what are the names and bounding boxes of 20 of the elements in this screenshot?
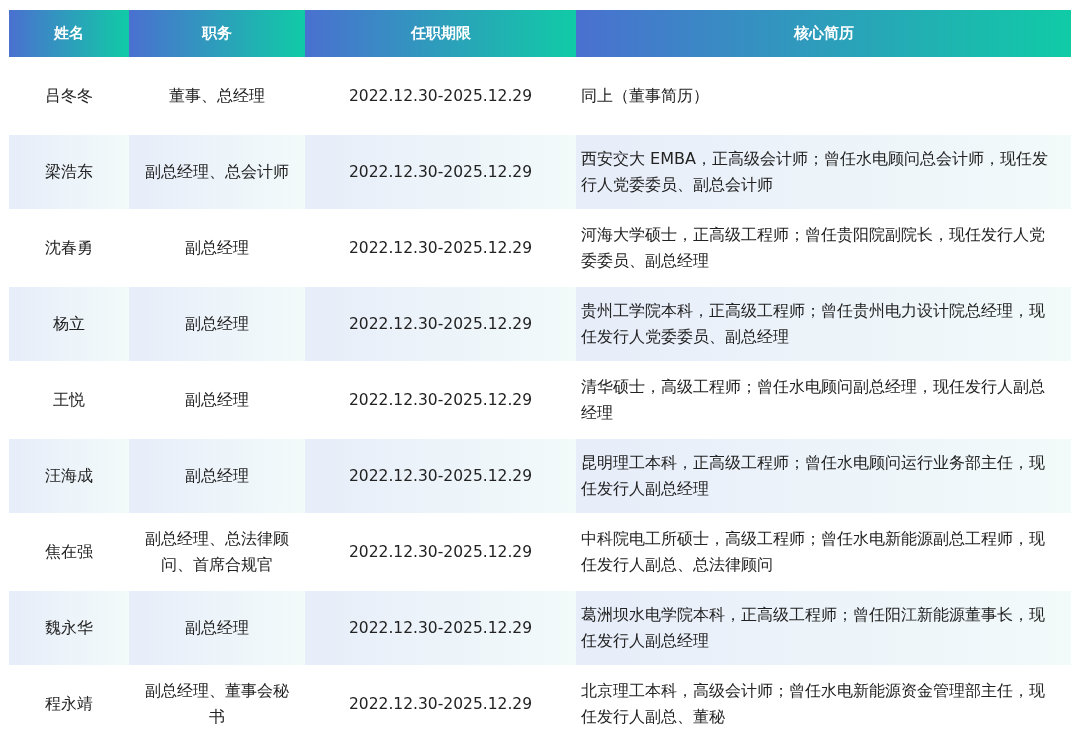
table-cell: 2022.12.30-2025.12.29 (305, 439, 576, 513)
table-cell: 2022.12.30-2025.12.29 (305, 591, 576, 665)
table-cell: 梁浩东 (9, 135, 129, 209)
column-header: 任职期限 (305, 10, 576, 57)
table-cell: 副总经理 (129, 439, 305, 513)
column-header: 核心简历 (576, 10, 1071, 57)
table-cell: 2022.12.30-2025.12.29 (305, 135, 576, 209)
table-cell: 2022.12.30-2025.12.29 (305, 287, 576, 361)
table-cell: 杨立 (9, 287, 129, 361)
table-cell: 副总经理 (129, 287, 305, 361)
table-cell: 葛洲坝水电学院本科，正高级工程师；曾任阳江新能源董事长，现任发行人副总经理 (576, 591, 1071, 665)
table-cell: 副总经理、总会计师 (129, 135, 305, 209)
table-cell: 西安交大 EMBA，正高级会计师；曾任水电顾问总会计师，现任发行人党委委员、副总会计师 (576, 135, 1071, 209)
table-cell: 贵州工学院本科，正高级工程师；曾任贵州电力设计院总经理，现任发行人党委委员、副总经理 (576, 287, 1071, 361)
column-header: 职务 (129, 10, 305, 57)
table-cell: 魏永华 (9, 591, 129, 665)
table-cell: 昆明理工本科，正高级工程师；曾任水电顾问运行业务部主任，现任发行人副总经理 (576, 439, 1071, 513)
table-cell: 汪海成 (9, 439, 129, 513)
column-header: 姓名 (9, 10, 129, 57)
table-cell: 副总经理 (129, 591, 305, 665)
